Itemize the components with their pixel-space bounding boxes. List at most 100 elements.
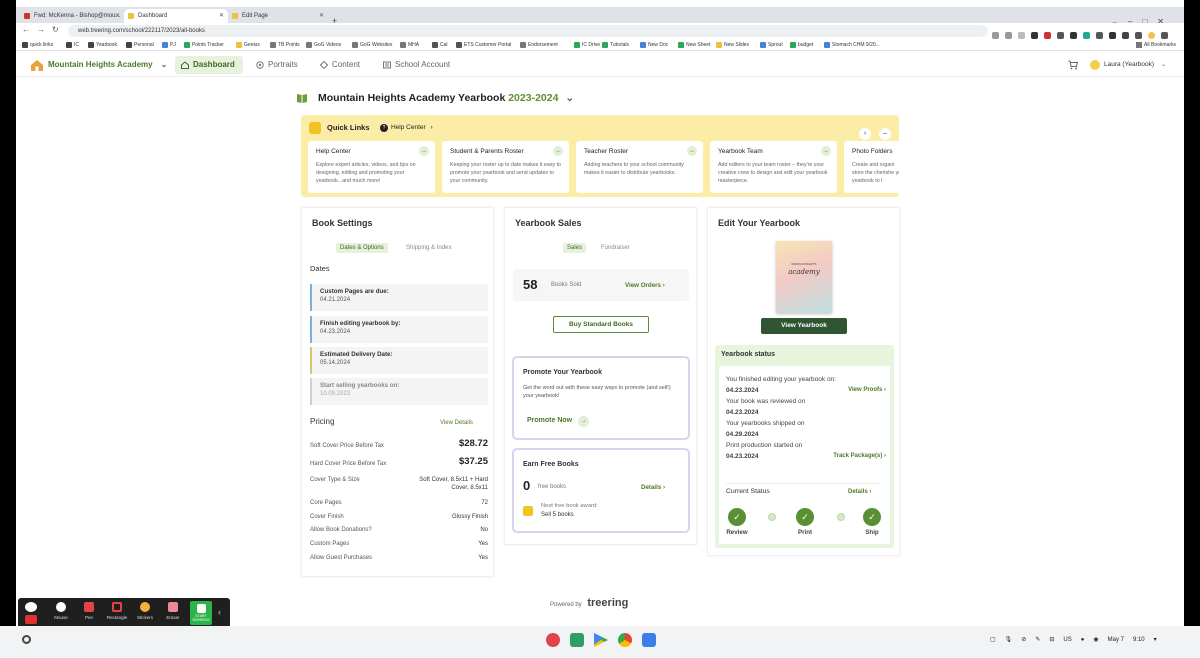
pricing-row: Core Pages 72 (310, 500, 488, 506)
view-yearbook-button[interactable]: View Yearbook (761, 318, 847, 334)
tab-shipping-index[interactable]: Shipping & Index (402, 243, 455, 253)
date-item: Estimated Delivery Date: 05.14.2024 (310, 347, 488, 374)
bookmark[interactable]: Endorsement (520, 41, 558, 49)
chevron-down-icon: ⌄ (565, 92, 575, 104)
tab-dashboard[interactable]: Dashboard ✕ (124, 9, 228, 23)
system-tray[interactable]: ▢ 🎙 ⊘ ✎ ⊟ US ● ◉ May 7 9:10 ▾ (990, 634, 1166, 646)
books-sold-card: 58 Books Sold View Orders › (513, 269, 689, 301)
quick-link-card[interactable]: Teacher Roster Adding teachers to your s… (576, 141, 703, 193)
eraser-tool[interactable]: Eraser (160, 602, 186, 620)
close-icon[interactable]: ✕ (219, 9, 224, 23)
view-orders-link[interactable]: View Orders › (625, 282, 665, 289)
tab-sales[interactable]: Sales (563, 243, 587, 253)
nav-school-account[interactable]: School Account (377, 56, 458, 74)
bookmark[interactable]: ETS Customer Portal (456, 41, 511, 49)
earn-free-books-card: Earn Free Books 0 free books Details › N… (512, 448, 690, 533)
bookmark[interactable]: Genius (236, 41, 260, 49)
user-menu[interactable]: Laura (Yearbook) ⌄ (1088, 57, 1166, 73)
pricing-row: Cover Type & Size Soft Cover, 8.5x11 + Ha… (310, 477, 488, 491)
nav-content[interactable]: Content (314, 56, 368, 74)
stickers-tool[interactable]: Stickers (132, 602, 158, 620)
files-icon[interactable] (642, 633, 656, 647)
bookmark[interactable]: Yearbook (88, 41, 117, 49)
bookmark[interactable]: GoG Websites (352, 41, 392, 49)
browser-window: Fwd: McKenna - Bishop@mou... ✕ Dashboard… (16, 0, 1184, 658)
pen-tool[interactable]: Pen (76, 602, 102, 620)
annotation-toolbar: Mouse Pen Rectangle Stickers Eraser STAR… (18, 598, 230, 628)
more-icon[interactable]: – (879, 128, 891, 140)
bookmark[interactable]: PJ (162, 41, 176, 49)
bookmark[interactable]: budget (790, 41, 813, 49)
os-shelf: ▢ 🎙 ⊘ ✎ ⊟ US ● ◉ May 7 9:10 ▾ (0, 626, 1200, 658)
tab-dates-options[interactable]: Dates & Options (336, 243, 388, 253)
bookmark[interactable]: New Slides (716, 41, 749, 49)
chevron-right-icon[interactable]: › (859, 128, 871, 140)
quick-link-card[interactable]: Student & Parents Roster Keeping your ro… (442, 141, 569, 193)
bookmark[interactable]: Sprout (760, 41, 783, 49)
app-icon[interactable] (546, 633, 560, 647)
buy-standard-books-button[interactable]: Buy Standard Books (553, 316, 649, 333)
pause-icon[interactable] (25, 602, 37, 612)
start-working-button[interactable]: START WORKING (190, 601, 212, 625)
close-icon[interactable]: ✕ (115, 9, 120, 23)
launcher-icon[interactable] (22, 635, 31, 644)
status-details: You finished editing your yearbook on: 0… (719, 366, 890, 544)
bookmark[interactable]: TB Points (270, 41, 300, 49)
page-title[interactable]: Mountain Heights Academy Yearbook 2023-2… (296, 91, 574, 105)
section-title: Pricing (310, 417, 335, 426)
eraser-icon (168, 602, 178, 612)
bookmark[interactable]: New Doc (640, 41, 668, 49)
play-store-icon[interactable] (594, 633, 608, 647)
url-bar[interactable]: web.treering.com/school/222117/2023/all-… (68, 25, 988, 37)
carousel-controls: › – (851, 122, 891, 140)
tab-fundraiser[interactable]: Fundraiser (597, 243, 634, 253)
nav-dashboard[interactable]: Dashboard (175, 56, 243, 74)
tab-gmail[interactable]: Fwd: McKenna - Bishop@mou... ✕ (20, 9, 124, 23)
bookmark[interactable]: quick links (22, 41, 53, 49)
nav-buttons[interactable]: ←→↻ (22, 25, 66, 34)
yearbook-cover[interactable]: MOUNTAIN HEIGHTS academy (776, 241, 832, 313)
rectangle-tool[interactable]: Rectangle (104, 602, 130, 620)
bookmark[interactable]: IC Drive (574, 41, 600, 49)
app-icon[interactable] (570, 633, 584, 647)
bookmark[interactable]: Points Tracker (184, 41, 224, 49)
bookmark[interactable]: GoG Videos (306, 41, 341, 49)
status-details-link[interactable]: Details › (848, 489, 871, 495)
nav-portraits[interactable]: Portraits (250, 56, 306, 74)
school-icon (31, 60, 43, 71)
all-bookmarks[interactable]: All Bookmarks (1136, 41, 1176, 49)
bookmark[interactable]: MHA (400, 41, 419, 49)
tab-title: Edit Page (242, 13, 269, 19)
details-link[interactable]: Details › (641, 484, 665, 491)
bookmark[interactable]: Cal (432, 41, 448, 49)
view-proofs-link[interactable]: View Proofs › (848, 385, 886, 396)
chrome-icon[interactable] (618, 633, 632, 647)
print-step-icon: ✓ (796, 508, 814, 526)
collapse-icon[interactable]: ‹ (218, 607, 221, 617)
promote-now-link[interactable]: Promote Now → (527, 415, 590, 427)
bookmark[interactable]: New Sheet (678, 41, 710, 49)
avatar (1090, 60, 1100, 70)
mouse-tool[interactable]: Mouse (48, 602, 74, 620)
bookmark[interactable]: Tutorials (602, 41, 629, 49)
school-switcher[interactable]: Mountain Heights Academy ⌄ (30, 58, 167, 72)
view-details-link[interactable]: View Details (440, 420, 473, 426)
quick-link-card[interactable]: Photo Folders Create and organi store th… (844, 141, 899, 193)
stop-icon[interactable] (25, 615, 37, 624)
cart-icon[interactable] (1068, 60, 1078, 70)
extension-icons[interactable] (992, 26, 1174, 39)
step-label: Review (726, 529, 748, 536)
quick-link-card[interactable]: Help Center Explore expert articles, vid… (308, 141, 435, 193)
tab-edit-page[interactable]: Edit Page ✕ (228, 9, 328, 23)
panel-title: Edit Your Yearbook (718, 218, 801, 228)
ship-step-icon: ✓ (863, 508, 881, 526)
quick-links-heading: Quick Links (309, 121, 370, 135)
track-package-link[interactable]: Track Package(s) › (833, 451, 886, 462)
help-center-link[interactable]: ? Help Center › (380, 121, 433, 135)
bookmark[interactable]: IC (66, 41, 79, 49)
panel-title: Book Settings (312, 218, 373, 228)
bookmark[interactable]: Personal (126, 41, 154, 49)
bookmark[interactable]: Stomach CHM 9/20... (824, 41, 880, 49)
close-icon[interactable]: ✕ (319, 9, 324, 23)
quick-link-card[interactable]: Yearbook Team Add editors to your team r… (710, 141, 837, 193)
